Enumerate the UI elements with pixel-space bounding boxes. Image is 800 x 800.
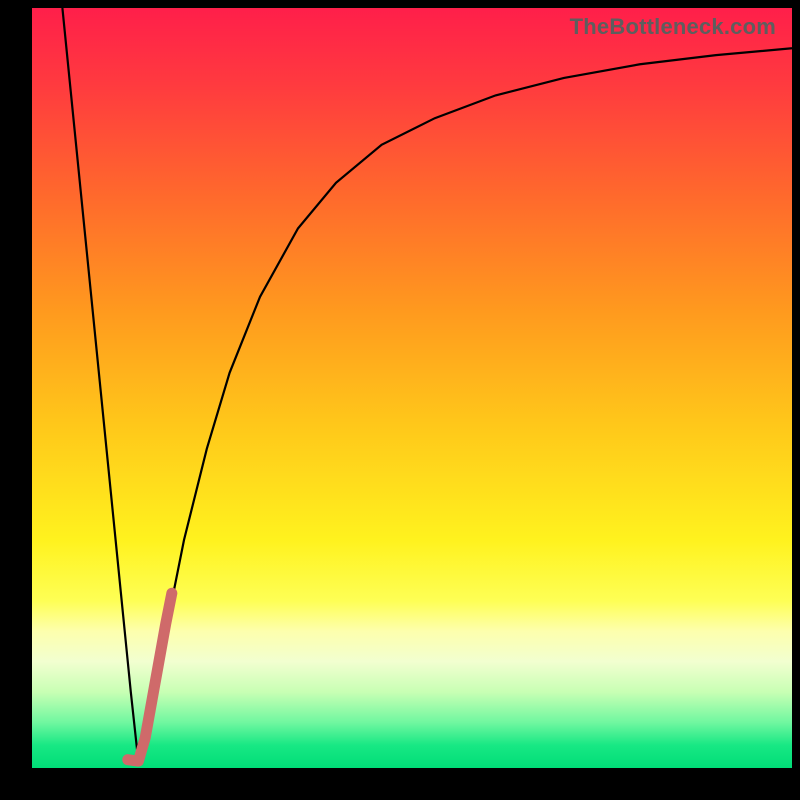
chart-frame: TheBottleneck.com: [0, 0, 800, 800]
plot-area: TheBottleneck.com: [32, 8, 792, 768]
watermark-label: TheBottleneck.com: [570, 14, 776, 40]
series-highlight-segment: [128, 593, 172, 761]
curve-layer: [32, 8, 792, 768]
series-left-branch: [62, 8, 138, 762]
series-right-branch: [138, 48, 792, 762]
